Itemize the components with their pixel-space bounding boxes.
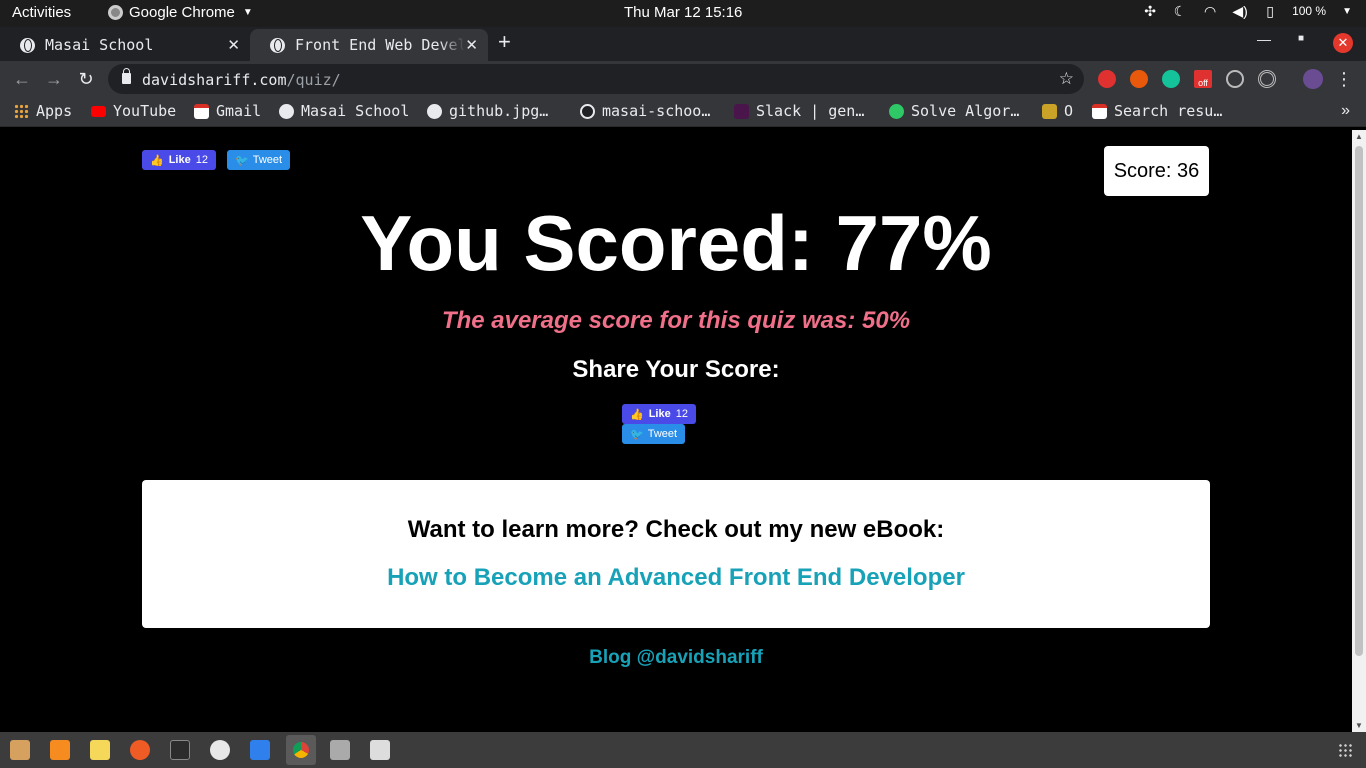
bookmark-github-jpg[interactable]: github.jpg…: [427, 102, 548, 120]
blog-link[interactable]: Blog @davidshariff: [0, 647, 1352, 669]
chrome-icon: [108, 5, 123, 20]
url-text[interactable]: davidshariff.com/quiz/: [142, 71, 341, 89]
drive-icon[interactable]: [370, 740, 390, 760]
bookmark-o[interactable]: O: [1042, 102, 1073, 120]
close-icon[interactable]: ✕: [227, 36, 240, 54]
tab-masai-school[interactable]: Masai School ✕: [0, 29, 250, 61]
twitter-bird-icon: 🐦: [235, 154, 249, 167]
thumbs-up-icon: 👍: [150, 154, 164, 167]
quiz-results-page: 👍 Like 12 🐦 Tweet Score: 36 You Scored: …: [0, 130, 1352, 732]
files-manager-icon[interactable]: [10, 740, 30, 760]
average-score-text: The average score for this quiz was: 50%: [441, 307, 911, 334]
bookmark-star-icon[interactable]: ☆: [1059, 69, 1074, 89]
app-menu[interactable]: Google Chrome ▼: [108, 4, 253, 21]
score-headline: You Scored: 77%: [360, 199, 992, 287]
system-top-bar: Activities Google Chrome ▼ Thu Mar 12 15…: [0, 0, 1366, 27]
globe-icon: [20, 37, 35, 53]
new-tab-button[interactable]: +: [498, 29, 511, 55]
back-button[interactable]: ←: [11, 68, 33, 90]
chrome-app-icon[interactable]: [286, 735, 316, 765]
tab-front-end-quiz[interactable]: Front End Web Developer Quiz ✕: [250, 29, 488, 61]
share-facebook-like-button[interactable]: 👍 Like 12: [622, 404, 696, 424]
bookmarks-bar: Apps YouTube Gmail Masai School github.j…: [0, 97, 1366, 127]
profile-avatar[interactable]: [1303, 69, 1323, 89]
bookmark-solve-algorithms[interactable]: Solve Algor…: [889, 102, 1019, 120]
caret-down-icon: ▼: [1342, 5, 1352, 17]
github-icon: [580, 103, 595, 119]
night-light-icon: ☾: [1173, 2, 1187, 19]
tab-strip: Masai School ✕ Front End Web Developer Q…: [0, 27, 1366, 61]
postman-icon[interactable]: [130, 740, 150, 760]
battery-percentage: 100 %: [1292, 4, 1327, 18]
battery-icon: ▯: [1266, 2, 1274, 19]
system-tray[interactable]: ✣ ☾ ◠ ◀) ▯ 100 % ▼: [1142, 3, 1352, 19]
slack-tray-icon[interactable]: ✣: [1142, 3, 1158, 19]
browser-toolbar: ← → ↻ davidshariff.com/quiz/ ☆ off ⋮: [0, 61, 1366, 97]
clock[interactable]: Thu Mar 12 15:16: [624, 4, 742, 21]
thumbs-up-icon: 👍: [630, 408, 644, 421]
score-counter: Score: 36: [1104, 146, 1209, 196]
ebook-link[interactable]: How to Become an Advanced Front End Deve…: [142, 564, 1210, 592]
bookmark-gmail[interactable]: Gmail: [194, 102, 261, 120]
more-bookmarks-icon[interactable]: »: [1341, 102, 1350, 120]
apps-grid-icon: [14, 103, 29, 119]
reload-button[interactable]: ↻: [75, 68, 97, 90]
address-bar[interactable]: davidshariff.com/quiz/ ☆: [108, 64, 1084, 94]
tab-title: Front End Web Developer Quiz: [295, 36, 465, 54]
adblock-extension-icon[interactable]: [1098, 70, 1116, 88]
globe-icon: [279, 103, 294, 119]
grammarly-icon[interactable]: [1162, 70, 1180, 88]
globe-icon: [270, 37, 285, 53]
tab-title: Masai School: [45, 36, 154, 54]
tweet-button[interactable]: 🐦 Tweet: [227, 150, 291, 170]
chrome-menu-icon[interactable]: ⋮: [1333, 68, 1355, 90]
extension-off-icon[interactable]: off: [1194, 70, 1212, 88]
react-devtools-icon[interactable]: [1226, 70, 1244, 88]
youtube-icon: [91, 105, 106, 117]
extension-icon[interactable]: [1130, 70, 1148, 88]
share-title: Share Your Score:: [572, 356, 780, 383]
gmail-icon: [194, 103, 209, 119]
bookmark-icon: [1042, 103, 1057, 119]
hackerrank-icon: [889, 103, 904, 119]
sublime-text-icon[interactable]: [50, 740, 70, 760]
window-close-button[interactable]: ✕: [1333, 33, 1353, 53]
lock-icon[interactable]: [122, 68, 131, 84]
twitter-bird-icon: 🐦: [630, 428, 644, 441]
scroll-down-arrow-icon[interactable]: ▼: [1355, 721, 1363, 730]
vscode-icon[interactable]: [250, 740, 270, 760]
bookmark-apps[interactable]: Apps: [14, 102, 72, 120]
text-editor-icon[interactable]: [90, 740, 110, 760]
activities-button[interactable]: Activities: [12, 4, 71, 21]
bookmark-slack[interactable]: Slack | gen…: [734, 102, 864, 120]
slack-icon: [734, 103, 749, 119]
bookmark-search-results[interactable]: Search resu…: [1092, 102, 1222, 120]
minimize-button[interactable]: —: [1257, 31, 1271, 47]
scroll-up-arrow-icon[interactable]: ▲: [1355, 132, 1363, 141]
terminal-icon[interactable]: [170, 740, 190, 760]
ebook-pitch: Want to learn more? Check out my new eBo…: [407, 516, 945, 543]
slack-app-icon[interactable]: [210, 740, 230, 760]
forward-button[interactable]: →: [43, 68, 65, 90]
archive-manager-icon[interactable]: [330, 740, 350, 760]
dock-taskbar: [0, 732, 1366, 768]
bookmark-youtube[interactable]: YouTube: [91, 102, 176, 120]
wifi-icon: ◠: [1203, 2, 1217, 19]
volume-icon: ◀): [1232, 2, 1248, 19]
scrollbar-thumb[interactable]: [1355, 146, 1363, 656]
globe-icon: [427, 103, 442, 119]
caret-down-icon: ▼: [242, 7, 253, 18]
show-applications-icon[interactable]: [1338, 743, 1352, 757]
gmail-icon: [1092, 103, 1107, 119]
page-scrollbar[interactable]: ▲ ▼: [1352, 130, 1366, 732]
maximize-button[interactable]: ■: [1298, 33, 1304, 44]
ebook-promo-box: Want to learn more? Check out my new eBo…: [142, 480, 1210, 628]
facebook-like-button[interactable]: 👍 Like 12: [142, 150, 216, 170]
app-menu-label: Google Chrome: [129, 4, 235, 21]
bookmark-masai-school-github[interactable]: masai-schoo…: [580, 102, 710, 120]
close-icon[interactable]: ✕: [465, 36, 478, 54]
bookmark-masai-school[interactable]: Masai School: [279, 102, 409, 120]
target-extension-icon[interactable]: [1258, 70, 1276, 88]
share-tweet-button[interactable]: 🐦 Tweet: [622, 424, 686, 444]
